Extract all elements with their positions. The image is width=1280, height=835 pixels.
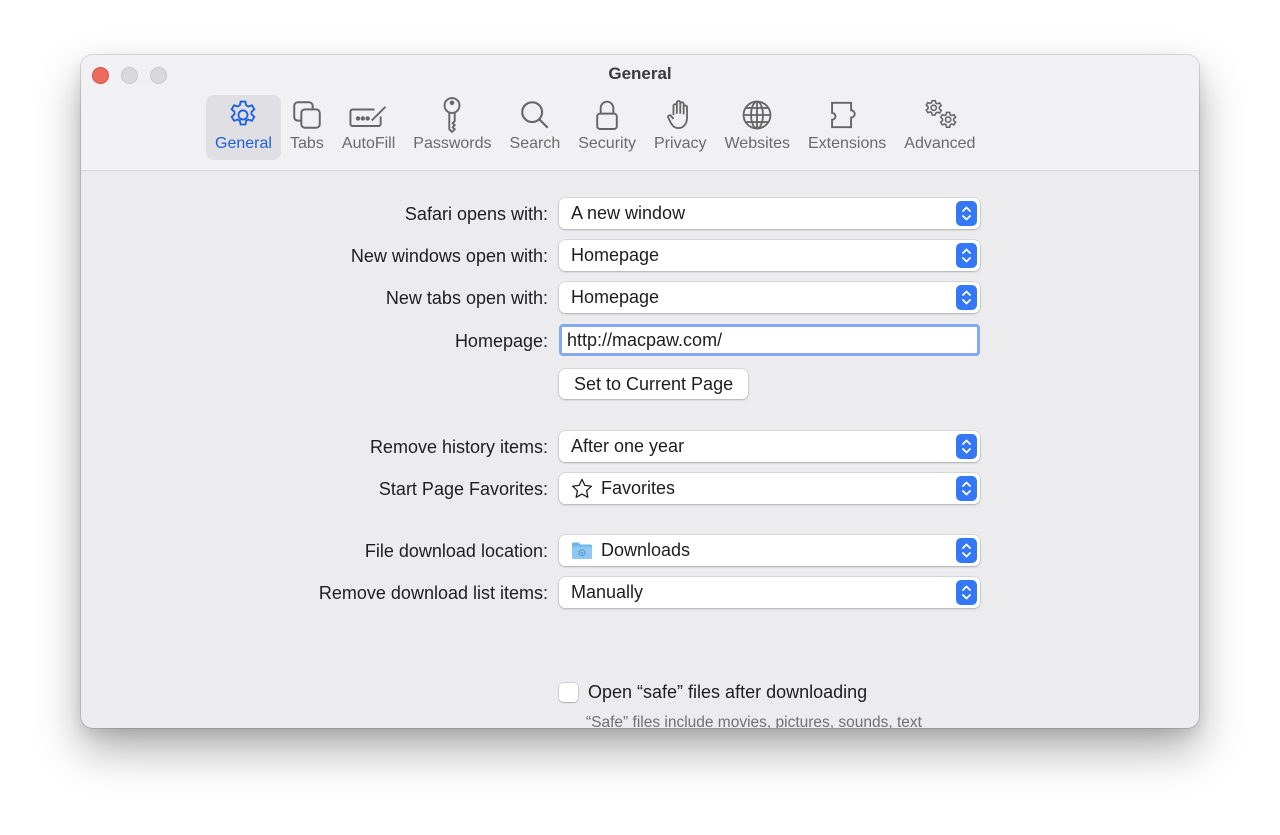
tab-label: Privacy	[654, 135, 707, 152]
tab-label: Advanced	[904, 135, 976, 152]
lock-icon	[593, 95, 621, 135]
start-page-favorites-row: Start Page Favorites: Favorites	[81, 473, 1199, 505]
set-current-page-row: Set to Current Page	[81, 369, 1199, 401]
popup-value: Homepage	[571, 287, 660, 307]
tab-label: Websites	[724, 135, 790, 152]
globe-icon	[740, 95, 774, 135]
tab-privacy[interactable]: Privacy	[645, 95, 715, 160]
puzzle-icon	[828, 95, 866, 135]
safari-opens-with-label: Safari opens with:	[404, 204, 548, 224]
remove-history-items-label: Remove history items:	[369, 437, 548, 457]
open-safe-files-option[interactable]: Open “safe” files after downloading	[559, 682, 867, 703]
tab-advanced[interactable]: Advanced	[895, 95, 984, 160]
tab-extensions[interactable]: Extensions	[799, 95, 895, 160]
tab-tabs[interactable]: Tabs	[281, 95, 333, 160]
popup-chevrons-icon	[956, 243, 977, 268]
safari-preferences-window: General General Tabs AutoFill Passwords …	[81, 55, 1199, 728]
gear-icon	[226, 95, 260, 135]
remove-history-items-popup[interactable]: After one year	[559, 431, 980, 462]
new-tabs-open-with-label: New tabs open with:	[385, 288, 548, 308]
hand-icon	[665, 95, 695, 135]
file-download-location-row: File download location: Downloads	[81, 535, 1199, 567]
set-to-current-page-button[interactable]: Set to Current Page	[559, 369, 749, 399]
popup-chevrons-icon	[956, 476, 977, 501]
window-title: General	[608, 64, 672, 83]
popup-value: A new window	[571, 203, 686, 223]
key-icon	[437, 95, 467, 135]
tab-label: Search	[509, 135, 561, 152]
tab-label: Passwords	[413, 135, 492, 152]
open-safe-files-checkbox[interactable]	[559, 683, 578, 702]
new-tabs-open-with-popup[interactable]: Homepage	[559, 282, 980, 313]
new-windows-open-with-label: New windows open with:	[350, 246, 548, 266]
gears-icon	[920, 95, 960, 135]
tab-label: Extensions	[808, 135, 887, 152]
file-download-location-popup[interactable]: Downloads	[559, 535, 980, 566]
preferences-toolbar: General Tabs AutoFill Passwords Search S…	[206, 95, 984, 160]
popup-chevrons-icon	[956, 580, 977, 605]
tab-general[interactable]: General	[206, 95, 281, 160]
open-safe-files-label[interactable]: Open “safe” files after downloading	[588, 682, 867, 703]
titlebar: General General Tabs AutoFill Passwords …	[81, 55, 1199, 171]
tabs-icon	[290, 95, 324, 135]
tab-websites[interactable]: Websites	[715, 95, 799, 160]
new-windows-open-with-popup[interactable]: Homepage	[559, 240, 980, 271]
file-download-location-label: File download location:	[364, 541, 548, 561]
tab-passwords[interactable]: Passwords	[404, 95, 500, 160]
remove-download-list-items-row: Remove download list items: Manually	[81, 577, 1199, 609]
star-icon	[571, 478, 593, 499]
general-settings-pane: Safari opens with: A new window New wind…	[81, 172, 1199, 728]
autofill-icon	[347, 95, 391, 135]
tab-label: Security	[578, 135, 637, 152]
popup-chevrons-icon	[956, 434, 977, 459]
safari-opens-with-popup[interactable]: A new window	[559, 198, 980, 229]
popup-chevrons-icon	[956, 538, 977, 563]
remove-download-list-items-popup[interactable]: Manually	[559, 577, 980, 608]
popup-value: Downloads	[571, 540, 690, 561]
new-tabs-open-with-row: New tabs open with: Homepage	[81, 282, 1199, 314]
remove-history-items-row: Remove history items: After one year	[81, 431, 1199, 463]
new-windows-open-with-row: New windows open with: Homepage	[81, 240, 1199, 272]
tab-label: General	[215, 135, 272, 152]
popup-value: Manually	[571, 582, 644, 602]
tab-label: AutoFill	[341, 135, 396, 152]
safari-opens-with-row: Safari opens with: A new window	[81, 198, 1199, 230]
tab-autofill[interactable]: AutoFill	[333, 95, 404, 160]
start-page-favorites-popup[interactable]: Favorites	[559, 473, 980, 504]
popup-value: Favorites	[571, 478, 675, 499]
tab-security[interactable]: Security	[569, 95, 645, 160]
tab-label: Tabs	[290, 135, 324, 152]
homepage-label: Homepage:	[454, 331, 548, 351]
popup-value: Homepage	[571, 245, 660, 265]
downloads-folder-icon	[571, 541, 593, 560]
popup-chevrons-icon	[956, 285, 977, 310]
start-page-favorites-label: Start Page Favorites:	[378, 479, 548, 499]
popup-value-text: Favorites	[601, 478, 676, 498]
remove-download-list-items-label: Remove download list items:	[318, 583, 548, 603]
popup-value-text: Downloads	[601, 540, 691, 560]
popup-value: After one year	[571, 436, 685, 456]
popup-chevrons-icon	[956, 201, 977, 226]
homepage-input[interactable]	[559, 324, 980, 356]
search-icon	[518, 95, 552, 135]
safe-files-hint: “Safe” files include movies, pictures, s…	[586, 714, 922, 728]
tab-search[interactable]: Search	[501, 95, 570, 160]
homepage-row: Homepage:	[81, 324, 1199, 356]
